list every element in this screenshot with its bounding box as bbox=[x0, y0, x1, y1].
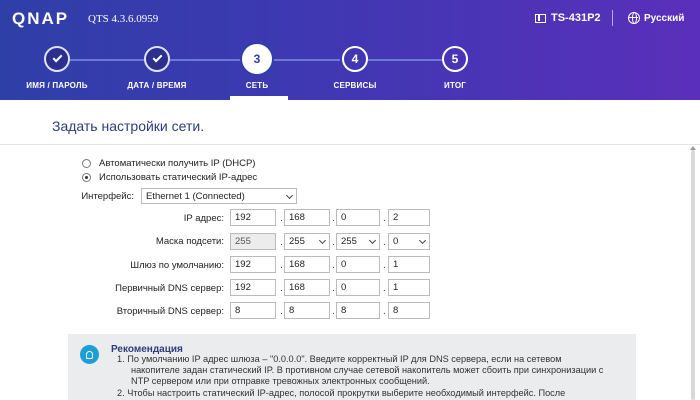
check-icon bbox=[52, 52, 62, 63]
mask-octet-3: 255 bbox=[341, 236, 357, 247]
mask-octet-2: 255 bbox=[289, 236, 305, 247]
chevron-down-icon bbox=[368, 236, 377, 245]
header-divider bbox=[612, 10, 613, 26]
recommendation-line: 1. По умолчанию IP адрес шлюза – "0.0.0.… bbox=[117, 354, 562, 364]
dns1-octet-1[interactable]: 192 bbox=[230, 279, 276, 296]
mask-label: Маска подсети: bbox=[155, 236, 224, 247]
octet-separator: . bbox=[332, 260, 335, 271]
version-label: QTS 4.3.6.0959 bbox=[88, 13, 159, 25]
globe-icon bbox=[628, 12, 640, 24]
interface-value: Ethernet 1 (Connected) bbox=[146, 190, 245, 202]
step-3[interactable]: 3 bbox=[242, 44, 272, 74]
octet-separator: . bbox=[332, 213, 335, 224]
gateway-octet-4[interactable]: 1 bbox=[388, 256, 430, 273]
scrollbar[interactable] bbox=[690, 146, 696, 400]
recommendation-line: накопителе задан статический IP. В проти… bbox=[131, 365, 604, 375]
octet-separator: . bbox=[383, 213, 386, 224]
recommendation-line: NTP сервером или при отправке тревожных … bbox=[131, 376, 430, 386]
language-label: Русский bbox=[644, 12, 685, 24]
step-label: ДАТА / ВРЕМЯ bbox=[127, 81, 187, 90]
check-icon bbox=[152, 52, 162, 63]
dns1-label: Первичный DNS сервер: bbox=[115, 283, 224, 294]
static-ip-option[interactable]: Использовать статический IP-адрес bbox=[82, 172, 257, 183]
static-ip-radio[interactable] bbox=[82, 173, 91, 182]
header: QNAP QTS 4.3.6.0959 TS-431P2 Русский 3 4… bbox=[0, 0, 700, 100]
chevron-down-icon bbox=[418, 236, 427, 245]
mask-octet-4-select[interactable]: 0 bbox=[388, 233, 430, 250]
static-ip-label: Использовать статический IP-адрес bbox=[99, 172, 258, 183]
device-button[interactable]: TS-431P2 bbox=[535, 12, 601, 24]
dns2-octet-1[interactable]: 8 bbox=[230, 302, 276, 319]
step-connector bbox=[170, 59, 242, 61]
dns1-octet-2[interactable]: 168 bbox=[284, 279, 330, 296]
octet-separator: . bbox=[280, 283, 283, 294]
monitor-icon bbox=[535, 13, 546, 23]
chevron-down-icon bbox=[318, 236, 327, 245]
gateway-octet-2[interactable]: 168 bbox=[284, 256, 330, 273]
lightbulb-icon bbox=[80, 345, 99, 364]
dns2-octet-3[interactable]: 8 bbox=[336, 302, 380, 319]
octet-separator: . bbox=[332, 237, 335, 248]
octet-separator: . bbox=[383, 237, 386, 248]
octet-separator: . bbox=[280, 237, 283, 248]
mask-octet-4: 0 bbox=[393, 236, 399, 247]
ip-label: IP адрес: bbox=[183, 213, 224, 224]
scrollbar-thumb[interactable] bbox=[691, 150, 695, 400]
octet-separator: . bbox=[383, 306, 386, 317]
interface-label: Интерфейс: bbox=[81, 191, 134, 202]
ip-octet-4[interactable]: 2 bbox=[388, 209, 430, 226]
octet-separator: . bbox=[280, 213, 283, 224]
octet-separator: . bbox=[332, 306, 335, 317]
gateway-octet-3[interactable]: 0 bbox=[336, 256, 380, 273]
octet-separator: . bbox=[332, 283, 335, 294]
qnap-logo: QNAP bbox=[12, 9, 70, 28]
step-label: ИТОГ bbox=[444, 81, 466, 90]
mask-octet-1: 255 bbox=[230, 233, 276, 250]
dhcp-option[interactable]: Автоматически получить IP (DHCP) bbox=[82, 158, 255, 169]
step-label: ИМЯ / ПАРОЛЬ bbox=[26, 81, 88, 90]
octet-separator: . bbox=[383, 283, 386, 294]
mask-octet-2-select[interactable]: 255 bbox=[284, 233, 330, 250]
interface-select[interactable]: Ethernet 1 (Connected) bbox=[141, 188, 297, 204]
step-5[interactable]: 5 bbox=[442, 46, 468, 72]
dns1-octet-3[interactable]: 0 bbox=[336, 279, 380, 296]
gateway-octet-1[interactable]: 192 bbox=[230, 256, 276, 273]
ip-octet-1[interactable]: 192 bbox=[230, 209, 276, 226]
step-1[interactable] bbox=[44, 46, 70, 72]
octet-separator: . bbox=[383, 260, 386, 271]
octet-separator: . bbox=[280, 306, 283, 317]
dns2-octet-2[interactable]: 8 bbox=[284, 302, 330, 319]
step-connector bbox=[272, 59, 340, 61]
ip-octet-2[interactable]: 168 bbox=[284, 209, 330, 226]
step-2[interactable] bbox=[144, 46, 170, 72]
octet-separator: . bbox=[280, 260, 283, 271]
dns2-label: Вторичный DNS сервер: bbox=[116, 306, 224, 317]
step-number: 5 bbox=[451, 52, 459, 66]
step-4[interactable]: 4 bbox=[342, 46, 368, 72]
step-number: 3 bbox=[253, 52, 261, 66]
recommendation-line: 2. Чтобы настроить статический IP-адрес,… bbox=[117, 388, 566, 398]
step-connector bbox=[70, 59, 154, 61]
step-label: СЕТЬ bbox=[245, 81, 269, 90]
dhcp-label: Автоматически получить IP (DHCP) bbox=[99, 158, 256, 169]
chevron-down-icon bbox=[285, 191, 294, 200]
step-label: СЕРВИСЫ bbox=[333, 81, 377, 90]
dns1-octet-4[interactable]: 1 bbox=[388, 279, 430, 296]
gateway-label: Шлюз по умолчанию: bbox=[130, 260, 224, 271]
mask-octet-3-select[interactable]: 255 bbox=[336, 233, 380, 250]
device-name: TS-431P2 bbox=[551, 12, 601, 24]
ip-octet-3[interactable]: 0 bbox=[336, 209, 380, 226]
page-title: Задать настройки сети. bbox=[52, 118, 205, 134]
dns2-octet-4[interactable]: 8 bbox=[388, 302, 430, 319]
language-button[interactable]: Русский bbox=[628, 12, 684, 24]
step-number: 4 bbox=[351, 52, 359, 66]
dhcp-radio[interactable] bbox=[82, 159, 91, 168]
step-connector bbox=[368, 59, 442, 61]
title-divider bbox=[0, 144, 700, 145]
